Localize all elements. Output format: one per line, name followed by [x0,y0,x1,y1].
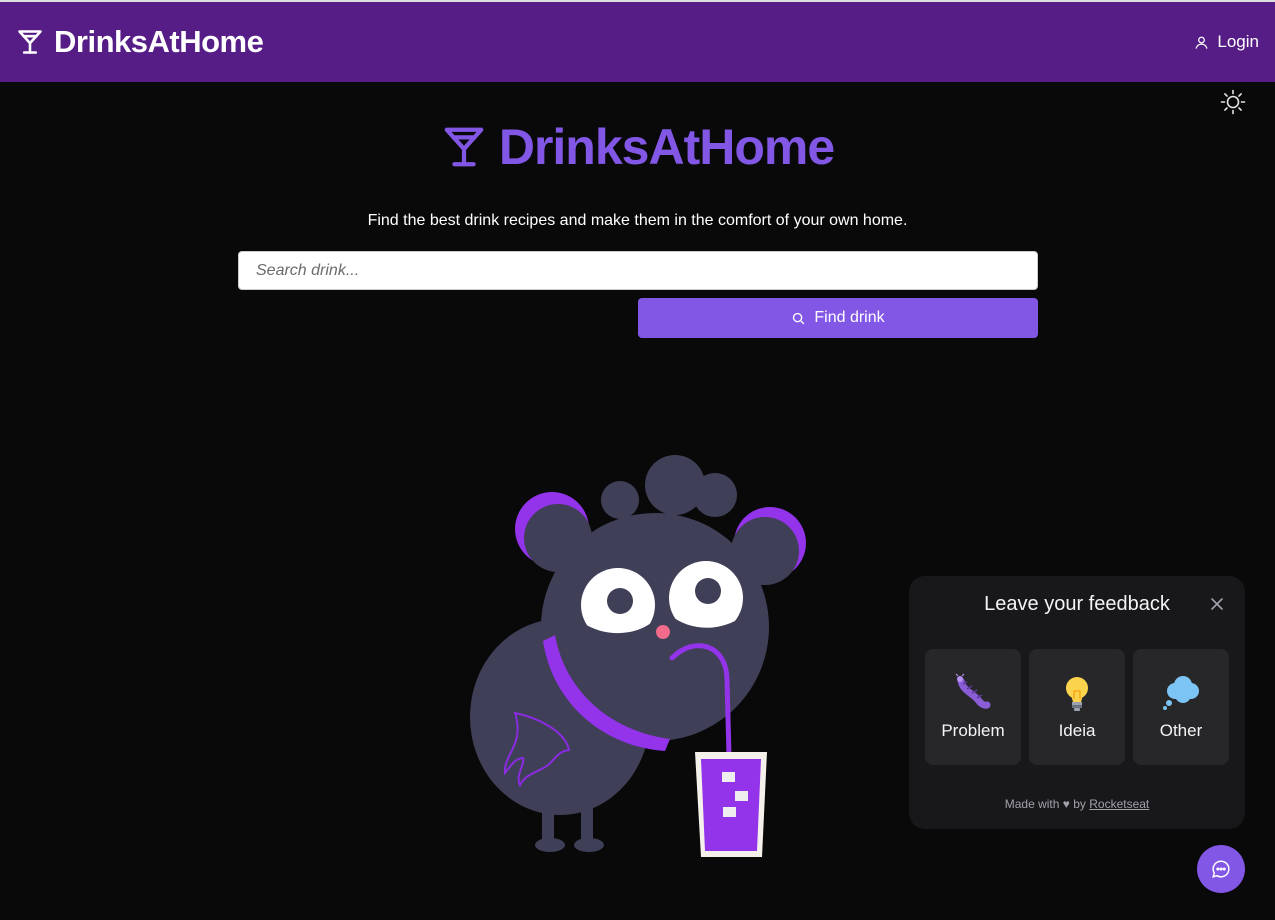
search-input[interactable] [238,251,1038,290]
brand-link[interactable]: DrinksAtHome [16,24,264,60]
option-label: Ideia [1058,721,1096,740]
feedback-option-other[interactable]: Other [1133,649,1229,765]
brand-name: DrinksAtHome [54,24,264,59]
bug-icon [955,673,991,709]
feedback-title: Leave your feedback [984,593,1170,615]
feedback-options: Problem Ideia Other [925,649,1229,765]
hero-title: DrinksAtHome [498,119,835,175]
rocketseat-link[interactable]: Rocketseat [1089,797,1149,811]
option-label: Problem [941,721,1005,740]
feedback-widget: Leave your feedback Problem Ideia Other … [909,576,1245,829]
feedback-chat-button[interactable] [1197,845,1245,893]
lightbulb-icon [1066,677,1088,711]
thought-cloud-icon [1163,676,1199,710]
login-button[interactable]: Login [1194,32,1259,52]
sun-icon[interactable] [1220,89,1246,115]
search-icon [793,312,805,324]
mascot-illustration [470,455,806,857]
login-label: Login [1217,32,1259,51]
chat-bubble-icon [1212,860,1230,878]
cocktail-glass-icon [444,127,484,167]
feedback-footer: Made with ♥ by Rocketseat [909,797,1245,811]
option-label: Other [1159,721,1203,740]
cocktail-glass-icon [18,30,42,54]
top-navbar: DrinksAtHome Login [0,0,1275,82]
footer-text: Made with ♥ by [1004,797,1086,811]
feedback-option-idea[interactable]: Ideia [1029,649,1125,765]
hero-logo: DrinksAtHome [0,118,1275,176]
feedback-option-problem[interactable]: Problem [925,649,1021,765]
user-icon [1195,36,1208,49]
tagline: Find the best drink recipes and make the… [367,212,908,229]
find-drink-button[interactable]: Find drink [638,298,1038,338]
page: DrinksAtHome Login DrinksAtHome Find the… [0,0,1275,920]
find-drink-label: Find drink [814,309,885,326]
close-icon[interactable] [1210,597,1224,611]
